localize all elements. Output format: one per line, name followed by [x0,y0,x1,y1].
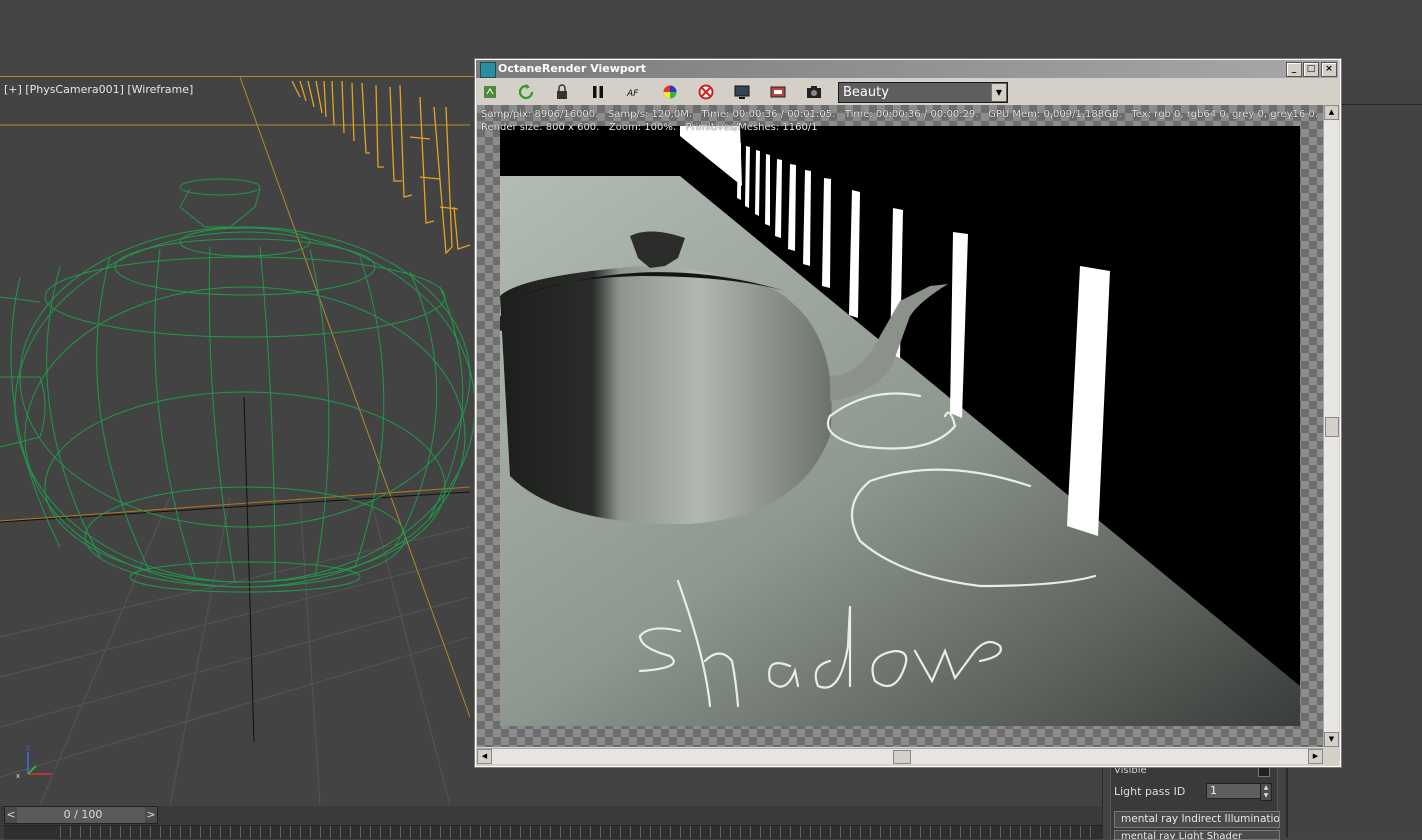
teapot-wireframe [0,178,476,593]
svg-text:AF: AF [626,89,639,99]
octane-app-icon [480,62,496,78]
lock-icon[interactable] [554,84,570,100]
render-stats-line1: Samp/pix: 8906/16000. Samp/s: 120,0M. Ti… [481,109,1318,120]
export-icon[interactable] [482,84,498,100]
chevron-down-icon[interactable]: ▼ [991,84,1006,101]
render-image: shadow [500,126,1300,726]
viewport-label[interactable]: [+] [PhysCamera001] [Wireframe] [4,83,193,96]
time-slider-value: 0 / 100 [63,808,103,821]
render-region-icon[interactable] [770,84,786,100]
horizontal-scrollbar[interactable]: ◀ ▶ [477,748,1323,764]
display-settings-icon[interactable] [734,84,750,100]
light-pass-id-input[interactable]: 1 [1206,783,1261,799]
scroll-left-icon[interactable]: ◀ [477,749,492,764]
light-pass-id-label: Light pass ID [1114,785,1186,798]
clear-region-icon[interactable] [698,84,714,100]
time-slider-next-button[interactable]: > [145,807,157,823]
vertical-scroll-thumb[interactable] [1325,417,1339,437]
svg-text:z: z [26,744,30,752]
track-bar-ticks [60,826,1100,838]
scroll-corner [1323,748,1338,763]
window-title: OctaneRender Viewport [498,62,647,75]
maximize-button[interactable]: □ [1303,62,1319,77]
pause-icon[interactable] [590,84,606,100]
color-picker-icon[interactable] [662,84,678,100]
render-stats-line2: Render size: 800 x 600. Zoom: 100%. Prim… [481,122,818,133]
light-pass-id-spinner[interactable]: ▲ ▼ [1260,783,1272,801]
time-slider-prev-button[interactable]: < [5,807,17,823]
scroll-up-icon[interactable]: ▲ [1324,105,1339,120]
axis-gizmo-icon: z x [16,744,52,780]
time-slider[interactable]: < 0 / 100 > [4,806,158,824]
autofocus-icon[interactable]: AF [626,84,642,100]
scroll-right-icon[interactable]: ▶ [1308,749,1323,764]
render-pass-select[interactable]: Beauty ▼ [838,82,1008,103]
scroll-down-icon[interactable]: ▼ [1324,732,1339,747]
restart-render-icon[interactable] [518,84,534,100]
lights-wireframe [291,80,471,255]
horizontal-scroll-thumb[interactable] [893,750,911,764]
rollout-indirect-illumination[interactable]: mental ray Indirect Illumination [1114,811,1280,828]
rollout-light-shader[interactable]: mental ray Light Shader [1114,830,1280,840]
minimize-button[interactable]: _ [1286,62,1302,77]
divider [1340,104,1422,105]
close-button[interactable]: × [1321,62,1337,77]
svg-text:x: x [16,772,20,780]
render-pass-value: Beauty [843,85,889,100]
camera-icon[interactable] [806,84,822,100]
vertical-scrollbar[interactable]: ▲ ▼ [1323,105,1339,747]
